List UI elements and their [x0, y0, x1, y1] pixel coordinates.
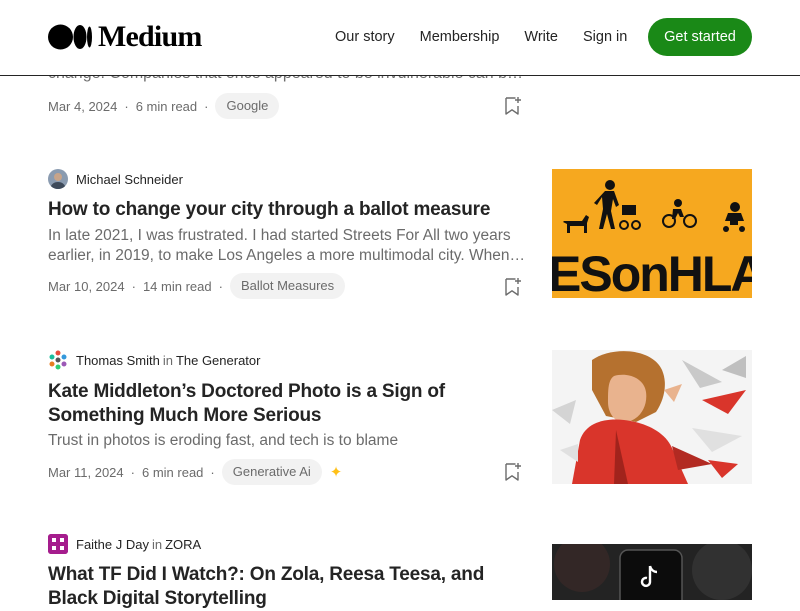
logo-wordmark: Medium [98, 20, 202, 53]
article-read-time: 6 min read [135, 98, 198, 114]
phone-photo-illustration [552, 544, 752, 600]
get-started-button[interactable]: Get started [648, 18, 752, 56]
article-thumbnail[interactable] [552, 544, 752, 600]
sparkle-icon: ✦ [329, 464, 343, 481]
nav-write[interactable]: Write [524, 29, 558, 45]
article-title[interactable]: What TF Did I Watch?: On Zola, Reesa Tee… [48, 563, 528, 611]
meta-separator: · [218, 278, 223, 294]
topic-tag[interactable]: Generative Ai [221, 459, 322, 485]
article-author-row: Faithe J Day in ZORA [48, 534, 201, 554]
topic-tag[interactable]: Google [215, 93, 280, 119]
article-title[interactable]: How to change your city through a ballot… [48, 198, 528, 222]
medium-logo[interactable]: Medium [48, 22, 202, 52]
publication-name[interactable]: ZORA [165, 537, 201, 552]
article-thumbnail[interactable]: ESonHLA [552, 169, 752, 298]
meta-separator: · [130, 464, 135, 480]
article-date: Mar 11, 2024 [48, 464, 124, 480]
topic-tag[interactable]: Ballot Measures [229, 273, 346, 299]
nav-sign-in[interactable]: Sign in [583, 29, 627, 45]
article-author-row: Michael Schneider [48, 169, 183, 189]
meta-separator: · [210, 464, 215, 480]
bookmark-add-icon[interactable] [502, 95, 522, 117]
article-subtitle[interactable]: In late 2021, I was frustrated. I had st… [48, 226, 528, 266]
header-nav: Our story Membership Write Sign in [335, 18, 652, 56]
article-read-time: 6 min read [141, 464, 204, 480]
nav-our-story[interactable]: Our story [335, 29, 395, 45]
article-meta: Mar 11, 2024 · 6 min read · Generative A… [48, 459, 342, 485]
article-author-row: Thomas Smith in The Generator [48, 350, 260, 370]
author-name[interactable]: Thomas Smith [76, 353, 160, 368]
publication-in-word: in [162, 352, 173, 368]
avatar[interactable] [48, 169, 68, 189]
avatar[interactable] [48, 534, 68, 554]
pedestrian-illustration: ESonHLA [552, 169, 752, 298]
publication-in-word: in [151, 536, 163, 552]
thumbnail-text: ESonHLA [552, 246, 752, 298]
nav-membership[interactable]: Membership [420, 29, 500, 45]
meta-separator: · [204, 98, 209, 114]
article-subtitle[interactable]: Trust in photos is eroding fast, and tec… [48, 431, 528, 451]
bookmark-add-icon[interactable] [502, 461, 522, 483]
bookmark-add-icon[interactable] [502, 276, 522, 298]
article-title[interactable]: Kate Middleton’s Doctored Photo is a Sig… [48, 380, 528, 428]
article-thumbnail[interactable] [552, 350, 752, 484]
meta-separator: · [131, 278, 136, 294]
author-name[interactable]: Faithe J Day [76, 537, 149, 552]
article-meta: Mar 4, 2024 · 6 min read · Google [48, 93, 280, 119]
article-read-time: 14 min read [142, 278, 212, 294]
publication-name[interactable]: The Generator [176, 353, 261, 368]
article-date: Mar 4, 2024 [48, 98, 118, 114]
shattered-portrait-illustration [552, 350, 752, 484]
article-date: Mar 10, 2024 [48, 278, 125, 294]
author-name[interactable]: Michael Schneider [76, 172, 183, 187]
avatar[interactable] [48, 350, 68, 370]
meta-separator: · [124, 98, 129, 114]
top-navbar: Medium Our story Membership Write Sign i… [0, 0, 800, 76]
medium-logo-icon [48, 24, 92, 50]
article-meta: Mar 10, 2024 · 14 min read · Ballot Meas… [48, 273, 346, 299]
